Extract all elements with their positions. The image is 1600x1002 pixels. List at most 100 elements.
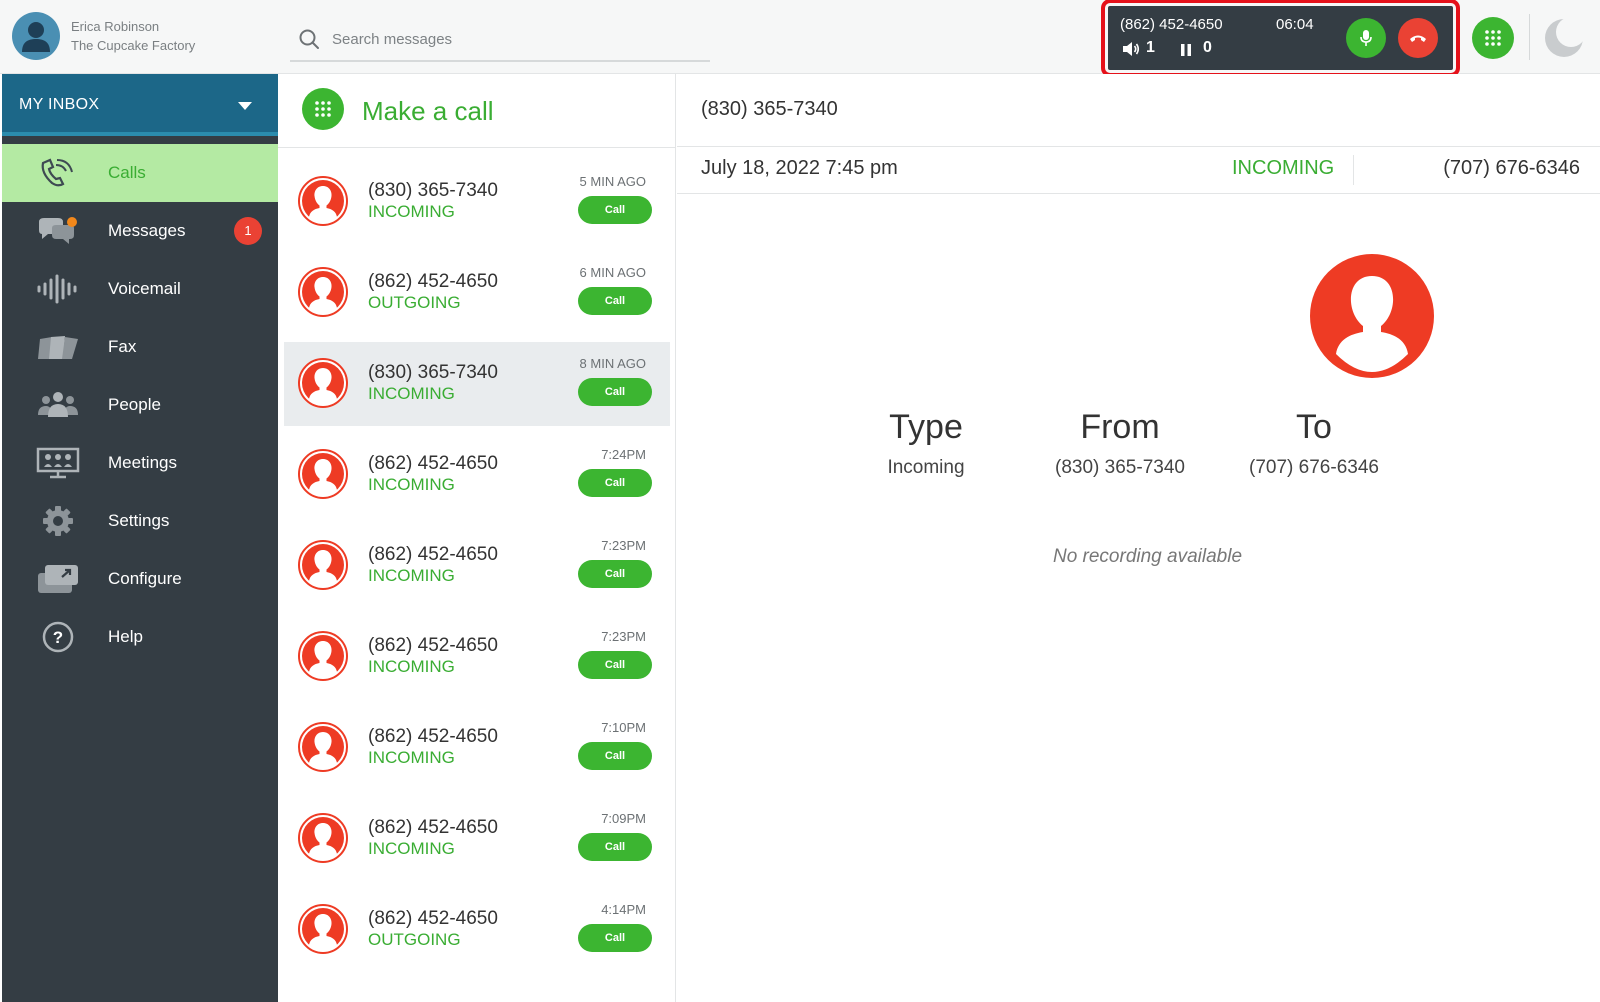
info-from: From (830) 365-7340 (1020, 408, 1220, 479)
sidebar-item-voicemail[interactable]: Voicemail (2, 260, 278, 318)
call-row[interactable]: (830) 365-7340 INCOMING 8 MIN AGO Call (284, 342, 670, 426)
call-row-direction: INCOMING (368, 202, 455, 221)
sidebar-item-settings[interactable]: Settings (2, 492, 278, 550)
sidebar-item-label: Meetings (108, 453, 177, 472)
call-history-list: Make a call (830) 365-7340 INCOMING 5 MIN … (278, 74, 676, 1002)
to-label: To (1296, 408, 1332, 446)
call-row-number: (862) 452-4650 (368, 635, 498, 656)
call-row-time: 7:23PM (601, 629, 646, 644)
call-row-direction: INCOMING (368, 566, 455, 585)
call-row[interactable]: (862) 452-4650 OUTGOING 6 MIN AGO Call (284, 251, 670, 335)
speaker-icon[interactable] (1122, 41, 1140, 57)
call-row-number: (862) 452-4650 (368, 544, 498, 565)
sidebar-item-messages[interactable]: Messages 1 (2, 202, 278, 260)
user-avatar[interactable] (12, 12, 60, 60)
sidebar-item-fax[interactable]: Fax (2, 318, 278, 376)
call-row[interactable]: (862) 452-4650 INCOMING 7:10PM Call (284, 706, 670, 790)
sidebar-item-label: People (108, 395, 161, 414)
svg-text:?: ? (53, 628, 63, 647)
from-label: From (1080, 408, 1160, 446)
dark-mode-toggle[interactable] (1543, 17, 1586, 59)
call-back-button[interactable]: Call (578, 833, 652, 861)
call-back-button[interactable]: Call (578, 378, 652, 406)
people-icon (38, 392, 78, 417)
sidebar-item-label: Messages (108, 221, 186, 240)
dialpad-icon (1485, 30, 1501, 46)
contact-avatar-icon (298, 267, 348, 317)
chevron-down-icon (238, 102, 252, 110)
hold-icon[interactable] (1180, 43, 1192, 57)
help-icon: ? (42, 621, 74, 653)
from-value: (830) 365-7340 (1055, 457, 1185, 478)
sidebar-item-configure[interactable]: Configure (2, 550, 278, 608)
search-icon (299, 29, 319, 49)
call-back-button[interactable]: Call (578, 287, 652, 315)
call-row-direction: INCOMING (368, 657, 455, 676)
call-row-direction: INCOMING (368, 475, 455, 494)
call-to-number: (707) 676-6346 (1443, 157, 1580, 179)
call-back-button[interactable]: Call (578, 196, 652, 224)
hang-up-button[interactable] (1398, 18, 1438, 58)
search-bar (290, 20, 710, 62)
mute-button[interactable] (1346, 18, 1386, 58)
call-row-number: (830) 365-7340 (368, 362, 498, 383)
call-row[interactable]: (862) 452-4650 INCOMING 7:23PM Call (284, 615, 670, 699)
meetings-icon (36, 447, 80, 479)
sidebar: MY INBOX Calls Messages 1 Voicemail Fax … (2, 74, 278, 1002)
sidebar-item-label: Settings (108, 511, 170, 530)
call-meta-bar: July 18, 2022 7:45 pm INCOMING (707) 676… (677, 146, 1600, 194)
inbox-selector[interactable]: MY INBOX (2, 74, 278, 136)
call-row-number: (862) 452-4650 (368, 817, 498, 838)
contact-avatar-icon (298, 449, 348, 499)
hold-count: 0 (1203, 39, 1212, 56)
call-row-number: (862) 452-4650 (368, 453, 498, 474)
sidebar-item-label: Help (108, 627, 143, 646)
call-row-time: 7:24PM (601, 447, 646, 462)
search-input[interactable] (332, 26, 692, 52)
call-back-button[interactable]: Call (578, 469, 652, 497)
call-back-button[interactable]: Call (578, 924, 652, 952)
sidebar-item-people[interactable]: People (2, 376, 278, 434)
sidebar-item-label: Voicemail (108, 279, 181, 298)
call-row-time: 7:23PM (601, 538, 646, 553)
user-icon (22, 22, 50, 52)
active-call-widget: (862) 452-4650 06:04 1 0 (1101, 0, 1460, 77)
call-row-time: 7:10PM (601, 720, 646, 735)
contact-avatar-icon (298, 176, 348, 226)
unread-badge: 1 (234, 217, 262, 245)
dialpad-button[interactable] (1472, 17, 1514, 59)
contact-avatar-icon (298, 722, 348, 772)
call-row[interactable]: (862) 452-4650 INCOMING 7:23PM Call (284, 524, 670, 608)
call-row[interactable]: (862) 452-4650 INCOMING 7:09PM Call (284, 797, 670, 881)
call-row-time: 5 MIN AGO (579, 174, 646, 189)
call-back-button[interactable]: Call (578, 742, 652, 770)
call-date: July 18, 2022 7:45 pm (701, 157, 898, 179)
type-label: Type (889, 408, 963, 446)
call-row-direction: OUTGOING (368, 293, 461, 312)
call-back-button[interactable]: Call (578, 651, 652, 679)
type-value: Incoming (887, 457, 965, 478)
volume-count: 1 (1146, 39, 1155, 56)
dialpad-icon (302, 88, 344, 130)
call-row[interactable]: (862) 452-4650 OUTGOING 4:14PM Call (284, 888, 670, 972)
call-detail-panel: (830) 365-7340 July 18, 2022 7:45 pm INC… (677, 74, 1600, 1002)
sidebar-item-help[interactable]: ? Help (2, 608, 278, 666)
user-name: Erica Robinson (71, 19, 160, 34)
contact-avatar-icon (298, 358, 348, 408)
calls-icon (41, 158, 73, 187)
call-row-direction: INCOMING (368, 839, 455, 858)
call-direction: INCOMING (1232, 157, 1335, 179)
sidebar-item-calls[interactable]: Calls (2, 144, 278, 202)
call-row-time: 8 MIN AGO (579, 356, 646, 371)
call-row-time: 4:14PM (601, 902, 646, 917)
call-row-number: (862) 452-4650 (368, 908, 498, 929)
call-back-button[interactable]: Call (578, 560, 652, 588)
sidebar-item-meetings[interactable]: Meetings (2, 434, 278, 492)
call-row-number: (830) 365-7340 (368, 180, 498, 201)
moon-icon (1545, 17, 1586, 57)
contact-avatar-icon (298, 540, 348, 590)
no-recording-message: No recording available (1052, 546, 1243, 567)
call-row[interactable]: (830) 365-7340 INCOMING 5 MIN AGO Call (284, 160, 670, 244)
make-call-button[interactable]: Make a call (278, 74, 676, 148)
call-row[interactable]: (862) 452-4650 INCOMING 7:24PM Call (284, 433, 670, 517)
